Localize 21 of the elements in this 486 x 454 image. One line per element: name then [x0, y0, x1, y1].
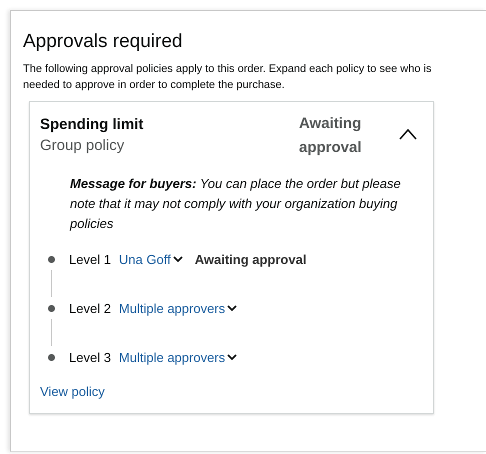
description-text: The following approval policies apply to this order. Expand each policy to see who is needed to approve in order to complete the purchase.: [23, 62, 432, 93]
level-label: Level 3: [69, 350, 111, 364]
policy-name: Spending limit: [40, 116, 144, 133]
policy-status: Awaiting approval: [299, 114, 363, 158]
approver-dropdown[interactable]: Multiple approvers: [118, 350, 238, 364]
caret-icon: [227, 354, 238, 360]
level-label: Level 1: [69, 252, 111, 266]
level-dot-icon: [48, 256, 55, 262]
view-policy-link[interactable]: View policy: [40, 384, 105, 399]
caret-icon: [227, 304, 238, 312]
approver-dropdown[interactable]: Multiple approvers: [118, 300, 238, 316]
level-dot-icon: [48, 354, 55, 360]
level-status: Awaiting approval: [194, 252, 306, 266]
policy-type: Group policy: [40, 137, 126, 154]
caret-icon: [172, 256, 183, 262]
approver-dropdown[interactable]: Una Goff: [118, 252, 183, 266]
level-dot-icon: [48, 304, 55, 312]
section-title: Approvals required: [23, 31, 184, 53]
collapse-chevron-icon[interactable]: [399, 128, 417, 140]
buyer-message: Message for buyers: You can place the order but please note that it may not comply with your organization buying policies: [70, 175, 402, 233]
level-label: Level 2: [69, 300, 111, 316]
